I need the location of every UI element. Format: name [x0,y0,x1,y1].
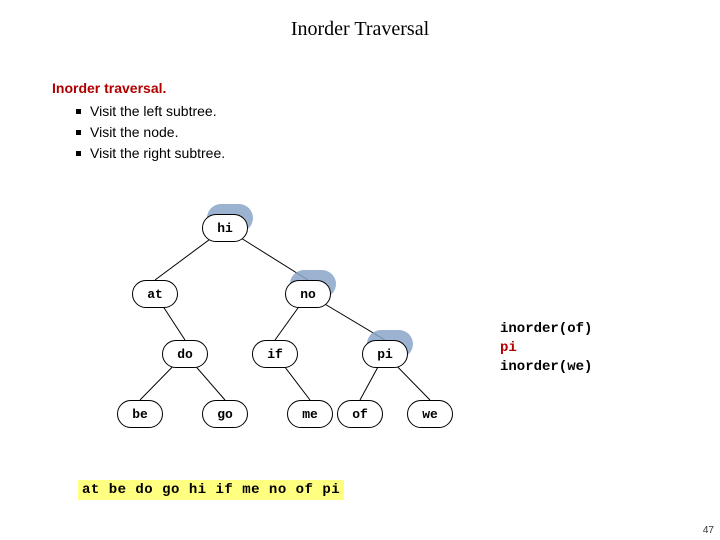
tree-node-me: me [287,400,333,428]
tree-node-do: do [162,340,208,368]
tree-node-of: of [337,400,383,428]
tree-node-no: no [285,280,331,308]
output-sequence: at be do go hi if me no of pi [78,480,344,500]
tree-edges [0,0,720,540]
tree-node-if: if [252,340,298,368]
code-line-current: pi [500,339,592,358]
tree-node-pi: pi [362,340,408,368]
call-stack: inorder(of) pi inorder(we) [500,320,592,377]
tree-node-at: at [132,280,178,308]
tree-node-we: we [407,400,453,428]
tree-node-hi: hi [202,214,248,242]
code-line: inorder(we) [500,358,592,377]
page-number: 47 [703,525,714,536]
tree-node-go: go [202,400,248,428]
code-line: inorder(of) [500,320,592,339]
tree-node-be: be [117,400,163,428]
